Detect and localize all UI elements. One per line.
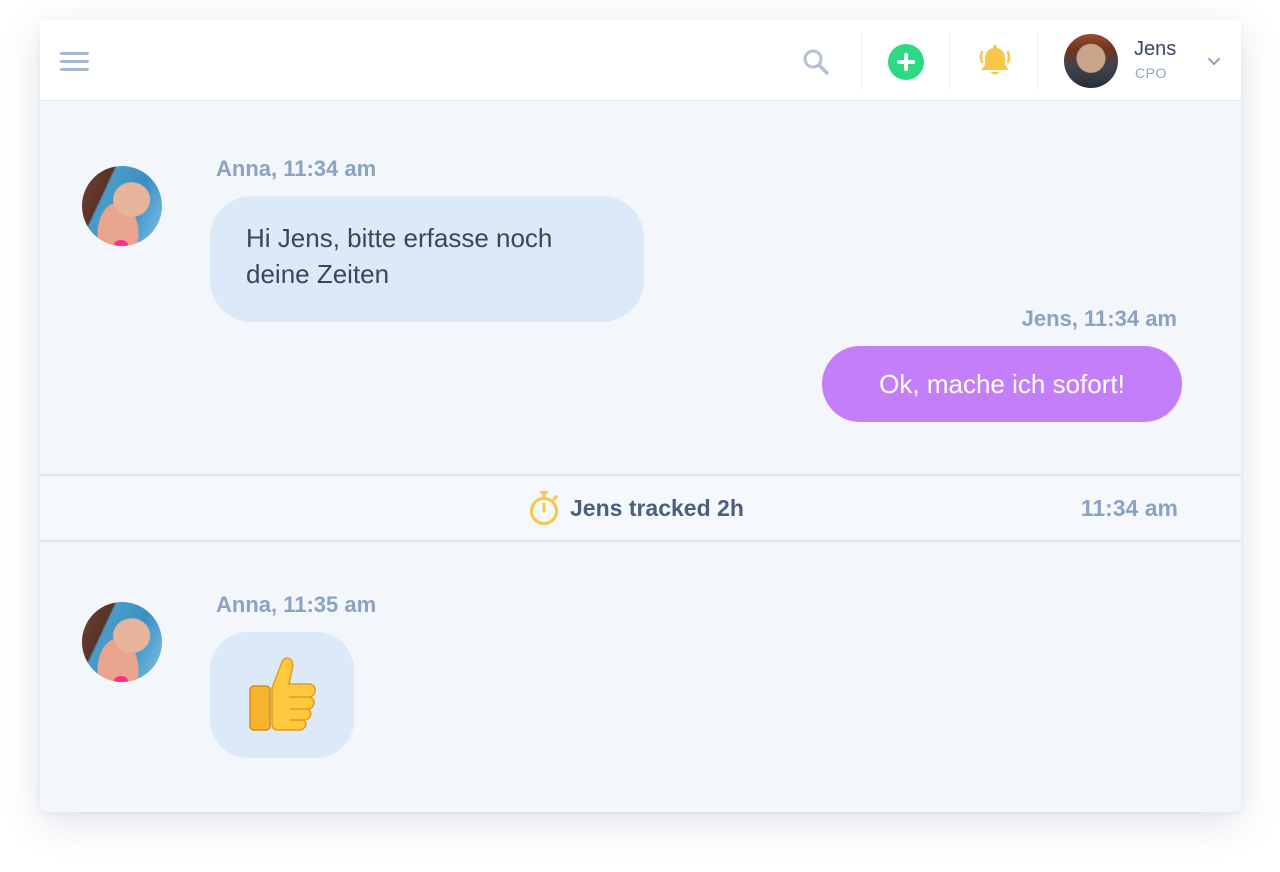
time-tracking-event: Jens tracked 2h 11:34 am: [40, 474, 1241, 542]
avatar: [82, 166, 162, 246]
user-role: CPO: [1135, 65, 1167, 81]
message-text-line: deine Zeiten: [246, 259, 390, 289]
outgoing-message-bubble: Ok, mache ich sofort!: [822, 346, 1182, 422]
bell-icon[interactable]: [978, 44, 1012, 78]
chat-window: Jens CPO Anna, 11:34 am Hi Jens, bitte e…: [40, 20, 1241, 812]
incoming-message-bubble: [210, 632, 354, 758]
divider: [1037, 32, 1038, 90]
incoming-message-bubble: Hi Jens, bitte erfasse noch deine Zeiten: [210, 196, 644, 322]
avatar: [82, 602, 162, 682]
tracking-text: Jens tracked 2h: [570, 495, 744, 521]
message-meta: Anna, 11:35 am: [216, 592, 377, 617]
divider: [861, 32, 862, 90]
user-name: Jens: [1134, 38, 1177, 60]
avatar: [1064, 34, 1118, 88]
message-text-line: Hi Jens, bitte erfasse noch: [246, 223, 553, 253]
search-icon[interactable]: [802, 48, 830, 76]
tracking-time: 11:34 am: [1080, 495, 1178, 521]
stopwatch-icon: [530, 491, 558, 525]
top-bar: Jens CPO: [40, 20, 1241, 101]
divider: [949, 32, 950, 90]
thumbs-up-icon: [249, 657, 316, 731]
chevron-down-icon[interactable]: [1206, 54, 1222, 70]
message-meta: Jens, 11:34 am: [1021, 306, 1177, 331]
message-meta: Anna, 11:34 am: [216, 156, 377, 181]
user-menu[interactable]: Jens CPO: [1064, 34, 1234, 90]
hamburger-menu-icon[interactable]: [60, 52, 89, 72]
add-button[interactable]: [888, 44, 924, 80]
